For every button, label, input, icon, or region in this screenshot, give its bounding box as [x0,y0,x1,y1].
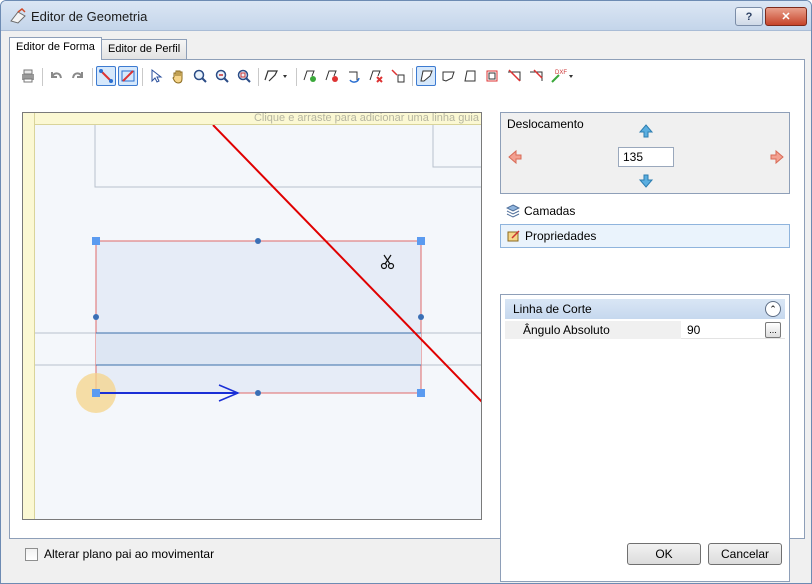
cut-b-icon[interactable] [526,66,546,86]
move-parent-plane-checkbox[interactable]: Alterar plano pai ao movimentar [25,547,214,561]
toolbar-separator [42,68,43,86]
arrow-right-icon[interactable] [769,149,785,165]
print-icon[interactable] [18,66,38,86]
checkbox-label: Alterar plano pai ao movimentar [44,547,215,561]
cancel-button[interactable]: Cancelar [708,543,782,565]
canvas-drawing [35,124,481,413]
title-bar[interactable]: Editor de Geometria ? ✕ [1,1,811,31]
drawing-canvas[interactable]: Clique e arraste para adicionar uma linh… [22,112,482,520]
checkbox-box[interactable] [25,547,38,561]
redo-icon[interactable] [68,66,88,86]
zoom-out-icon[interactable] [212,66,232,86]
outer-frame-line [94,125,481,188]
ruler-left[interactable] [23,113,35,519]
toolbar-separator [258,68,259,86]
offset-panel: Deslocamento [500,112,790,194]
help-button[interactable]: ? [735,7,763,26]
dxf-icon[interactable]: DXF [548,66,578,86]
toolbar-separator [92,68,93,86]
svg-text:DXF: DXF [555,70,567,76]
handle-top-right [417,237,425,245]
layers-panel-item[interactable]: Camadas [500,200,790,224]
tab-shape-editor[interactable]: Editor de Forma [9,37,102,60]
handle-top-mid [255,238,261,244]
geometry-editor-window: Editor de Geometria ? ✕ Editor de Forma … [0,0,812,584]
arrow-down-icon[interactable] [638,173,654,189]
select-icon[interactable] [146,66,166,86]
shape-rectangle [95,240,422,394]
property-section-title: Linha de Corte [513,302,592,316]
inner-frame-line [432,125,481,168]
property-value[interactable]: 90 [683,321,763,339]
layers-icon [506,204,520,218]
toolbar-separator [296,68,297,86]
handle-top-left [92,237,100,245]
shape-inner-band [96,333,421,365]
rotate-icon[interactable] [344,66,364,86]
toolbar-separator [412,68,413,86]
arrow-left-icon[interactable] [507,149,523,165]
toolbar: DXF [16,64,796,90]
properties-icon [507,230,520,242]
handle-left-mid [93,314,99,320]
undo-icon[interactable] [46,66,66,86]
collapse-icon[interactable]: ⌃ [765,301,781,317]
ruler-hint: Clique e arraste para adicionar uma linh… [253,112,479,124]
property-section-header[interactable]: Linha de Corte ⌃ [505,299,785,319]
ruler-top[interactable]: Clique e arraste para adicionar uma linh… [23,112,481,125]
ok-button[interactable]: OK [627,543,701,565]
add-point-icon[interactable] [300,66,320,86]
geometry-editor-icon [10,8,26,24]
remove-point-icon[interactable] [322,66,342,86]
handle-bottom-left [92,389,100,397]
shape-c-icon[interactable] [460,66,480,86]
shape-b-icon[interactable] [438,66,458,86]
snap-angle-icon[interactable] [118,66,138,86]
arrow-up-icon[interactable] [638,123,654,139]
dialog-content: Editor de Forma Editor de Perfil DXF Cli… [9,37,805,582]
properties-panel-item[interactable]: Propriedades [500,224,790,248]
polyline-icon[interactable] [262,66,292,86]
close-button[interactable]: ✕ [765,7,807,26]
pan-icon[interactable] [168,66,188,86]
layers-label: Camadas [524,204,576,218]
property-ellipsis-button[interactable]: ... [765,322,781,338]
shape-d-icon[interactable] [482,66,502,86]
offset-input[interactable] [618,147,674,167]
tab-profile-editor[interactable]: Editor de Perfil [101,39,188,59]
cut-a-icon[interactable] [504,66,524,86]
transform-icon[interactable] [388,66,408,86]
shape-editor-panel: DXF Clique e arraste para adicionar uma … [9,59,805,582]
property-row[interactable]: Ângulo Absoluto 90 ... [505,321,785,339]
snap-icon[interactable] [96,66,116,86]
offset-label: Deslocamento [507,117,584,131]
property-grid: Linha de Corte ⌃ Ângulo Absoluto 90 ... [500,294,790,582]
zoom-icon[interactable] [190,66,210,86]
shape-a-icon[interactable] [416,66,436,86]
delete-icon[interactable] [366,66,386,86]
window-title: Editor de Geometria [31,9,148,24]
handle-right-mid [418,314,424,320]
handle-bottom-right [417,389,425,397]
handle-bottom-mid [255,390,261,396]
toolbar-separator [142,68,143,86]
properties-label: Propriedades [525,229,597,243]
property-name: Ângulo Absoluto [505,321,681,339]
zoom-fit-icon[interactable] [234,66,254,86]
